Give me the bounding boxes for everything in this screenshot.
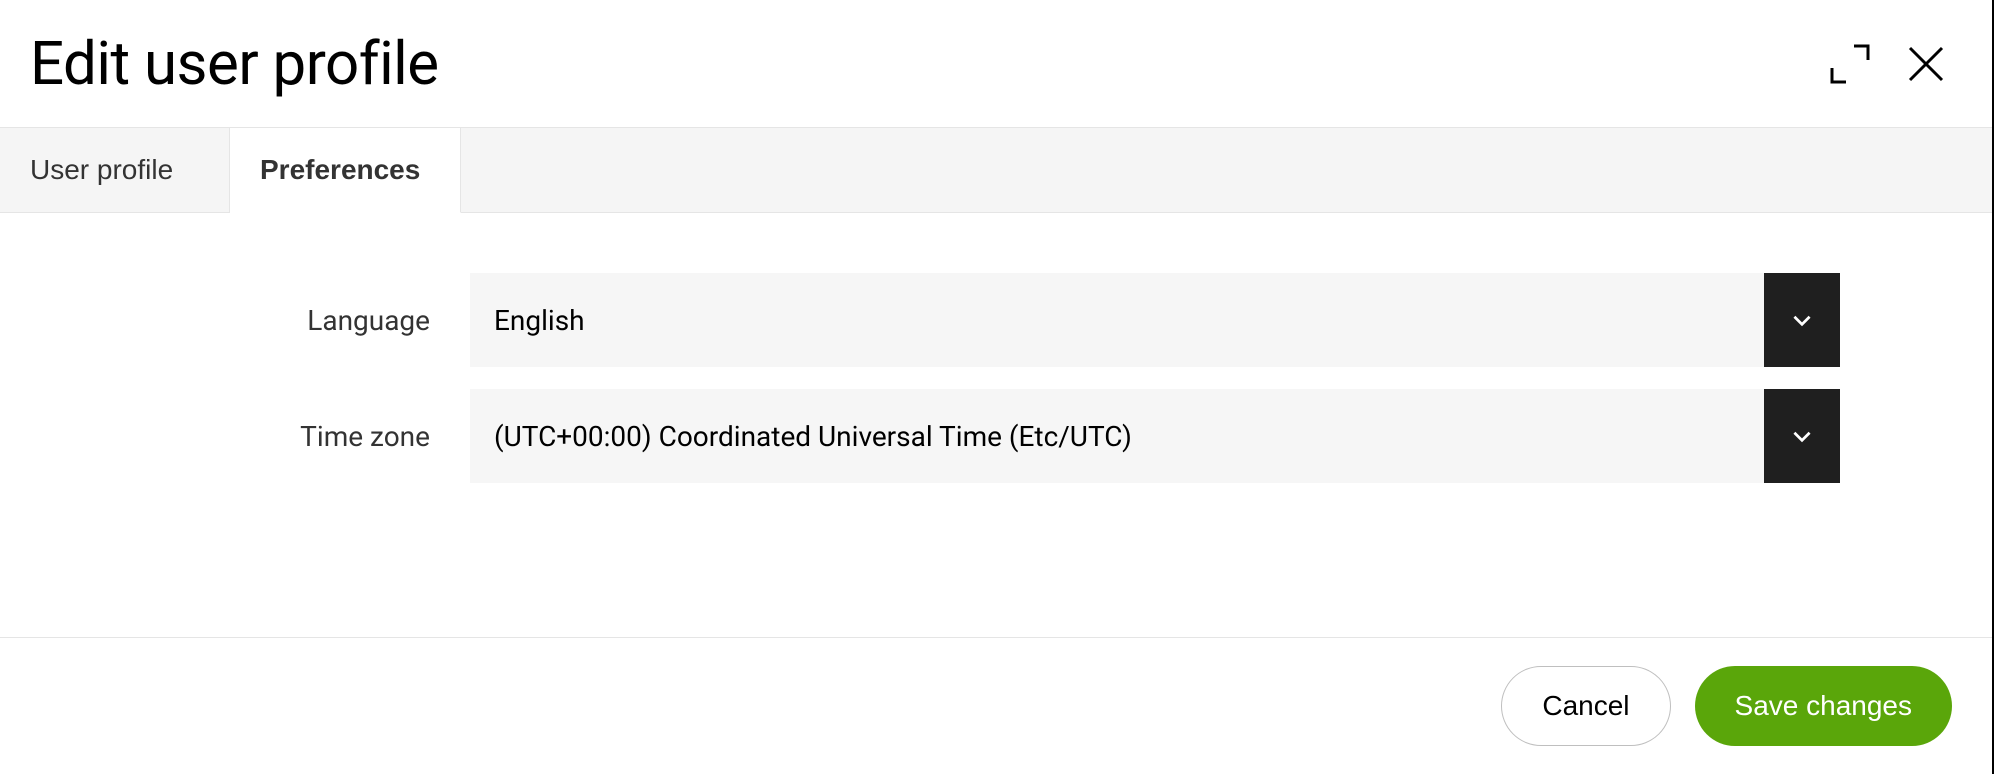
tabs: User profile Preferences bbox=[0, 127, 1992, 213]
modal-title: Edit user profile bbox=[30, 28, 439, 99]
header-actions bbox=[1824, 38, 1952, 90]
timezone-row: Time zone (UTC+00:00) Coordinated Univer… bbox=[0, 389, 1992, 483]
save-changes-button[interactable]: Save changes bbox=[1695, 666, 1952, 746]
expand-icon bbox=[1828, 42, 1872, 86]
tab-user-profile[interactable]: User profile bbox=[0, 128, 230, 212]
timezone-select[interactable]: (UTC+00:00) Coordinated Universal Time (… bbox=[470, 389, 1840, 483]
timezone-label: Time zone bbox=[0, 420, 470, 453]
language-dropdown-button[interactable] bbox=[1764, 273, 1840, 367]
modal-header: Edit user profile bbox=[0, 0, 1992, 127]
timezone-value: (UTC+00:00) Coordinated Universal Time (… bbox=[470, 389, 1764, 483]
language-label: Language bbox=[0, 304, 470, 337]
language-select[interactable]: English bbox=[470, 273, 1840, 367]
timezone-dropdown-button[interactable] bbox=[1764, 389, 1840, 483]
edit-user-profile-modal: Edit user profile User profile Preferenc… bbox=[0, 0, 1994, 774]
tab-preferences[interactable]: Preferences bbox=[230, 128, 461, 213]
language-value: English bbox=[470, 273, 1764, 367]
close-icon bbox=[1904, 42, 1948, 86]
language-row: Language English bbox=[0, 273, 1992, 367]
chevron-down-icon bbox=[1789, 307, 1815, 333]
cancel-button[interactable]: Cancel bbox=[1501, 666, 1670, 746]
expand-button[interactable] bbox=[1824, 38, 1876, 90]
content: Language English Time zone (UTC+00:00) C… bbox=[0, 213, 1992, 637]
footer: Cancel Save changes bbox=[0, 637, 1992, 774]
close-button[interactable] bbox=[1900, 38, 1952, 90]
chevron-down-icon bbox=[1789, 423, 1815, 449]
